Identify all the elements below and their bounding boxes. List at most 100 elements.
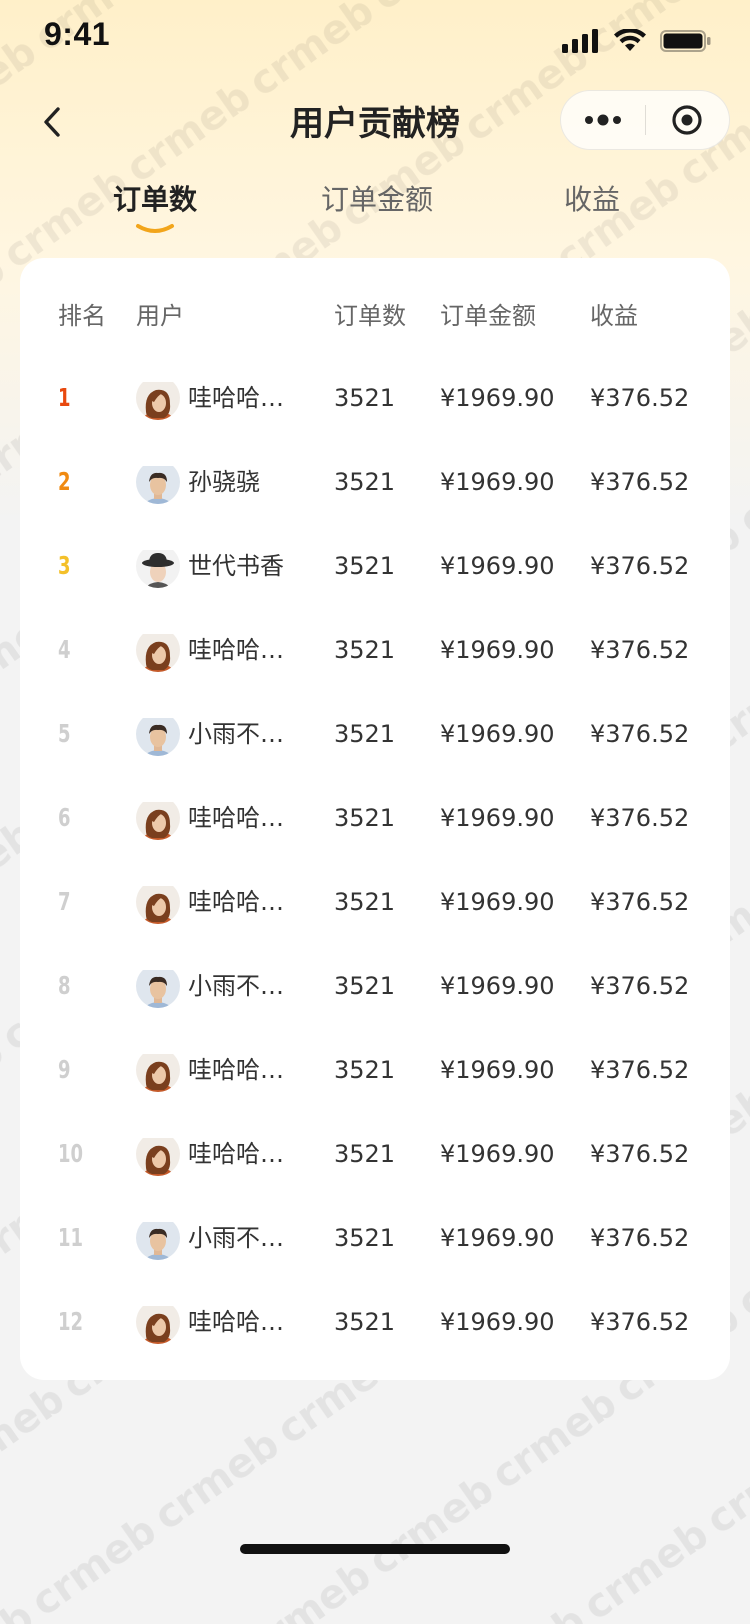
tab-income[interactable]: 收益: [562, 178, 622, 238]
user-cell: 小雨不吃草: [136, 692, 306, 776]
user-cell: 哇哈哈哈...: [136, 1280, 306, 1364]
income: ¥376.52: [590, 972, 690, 1000]
rank-number: 2: [58, 467, 71, 496]
order-amount: ¥1969.90: [440, 384, 555, 412]
user-cell: 哇哈哈哈...: [136, 860, 306, 944]
tab-order-amount[interactable]: 订单金额: [320, 178, 434, 238]
user-name: 小雨不吃草: [188, 972, 306, 1000]
ranking-tabs: 订单数 订单金额 收益: [0, 178, 750, 248]
user-name: 哇哈哈哈...: [188, 804, 306, 832]
user-name: 哇哈哈哈...: [188, 636, 306, 664]
order-amount: ¥1969.90: [440, 636, 555, 664]
income: ¥376.52: [590, 1308, 690, 1336]
order-count: 3521: [334, 720, 396, 748]
user-name: 哇哈哈哈...: [188, 1056, 306, 1084]
header-orders: 订单数: [334, 302, 406, 330]
home-indicator: [240, 1544, 510, 1554]
rank-number: 6: [58, 803, 71, 832]
table-row[interactable]: 11 小雨不吃草 3521 ¥1969.90 ¥376.52: [20, 1196, 730, 1280]
order-count: 3521: [334, 972, 396, 1000]
tab-label: 订单金额: [320, 183, 433, 216]
table-row[interactable]: 3 世代书香 3521 ¥1969.90 ¥376.52: [20, 524, 730, 608]
table-row[interactable]: 1 哇哈哈哈... 3521 ¥1969.90 ¥376.52: [20, 356, 730, 440]
order-amount: ¥1969.90: [440, 552, 555, 580]
user-name: 哇哈哈哈...: [188, 1308, 306, 1336]
table-row[interactable]: 10 哇哈哈哈... 3521 ¥1969.90 ¥376.52: [20, 1112, 730, 1196]
income: ¥376.52: [590, 552, 690, 580]
income: ¥376.52: [590, 468, 690, 496]
rank-number: 9: [58, 1055, 71, 1084]
income: ¥376.52: [590, 720, 690, 748]
table-row[interactable]: 8 小雨不吃草 3521 ¥1969.90 ¥376.52: [20, 944, 730, 1028]
rank-number: 1: [58, 383, 71, 412]
signal-icon: [562, 29, 598, 53]
back-button[interactable]: [24, 94, 80, 150]
user-cell: 哇哈哈哈...: [136, 356, 306, 440]
rank-number: 7: [58, 887, 71, 916]
avatar: [136, 1216, 180, 1260]
order-amount: ¥1969.90: [440, 804, 555, 832]
user-name: 哇哈哈哈...: [188, 888, 306, 916]
order-amount: ¥1969.90: [440, 1308, 555, 1336]
avatar: [136, 964, 180, 1008]
table-row[interactable]: 6 哇哈哈哈... 3521 ¥1969.90 ¥376.52: [20, 776, 730, 860]
user-cell: 哇哈哈哈...: [136, 608, 306, 692]
rank-number: 11: [58, 1223, 84, 1252]
tab-active-underline: [136, 224, 174, 233]
status-bar: 9:41: [0, 0, 750, 84]
income: ¥376.52: [590, 1056, 690, 1084]
user-name: 哇哈哈哈...: [188, 384, 306, 412]
order-amount: ¥1969.90: [440, 972, 555, 1000]
order-amount: ¥1969.90: [440, 1224, 555, 1252]
order-count: 3521: [334, 804, 396, 832]
income: ¥376.52: [590, 1224, 690, 1252]
order-count: 3521: [334, 1056, 396, 1084]
avatar: [136, 880, 180, 924]
status-time: 9:41: [44, 16, 111, 52]
mini-program-capsule: [560, 90, 730, 150]
battery-icon: [660, 30, 711, 52]
table-row[interactable]: 7 哇哈哈哈... 3521 ¥1969.90 ¥376.52: [20, 860, 730, 944]
order-count: 3521: [334, 1224, 396, 1252]
header-income: 收益: [590, 302, 638, 330]
close-capsule-button[interactable]: [646, 91, 730, 149]
table-row[interactable]: 12 哇哈哈哈... 3521 ¥1969.90 ¥376.52: [20, 1280, 730, 1364]
rank-number: 8: [58, 971, 71, 1000]
user-name: 小雨不吃草: [188, 1224, 306, 1252]
rank-number: 4: [58, 635, 71, 664]
avatar: [136, 712, 180, 756]
avatar: [136, 460, 180, 504]
user-name: 孙骁骁: [188, 468, 260, 496]
page: crmeb 9:41: [0, 0, 750, 1624]
table-row[interactable]: 9 哇哈哈哈... 3521 ¥1969.90 ¥376.52: [20, 1028, 730, 1112]
income: ¥376.52: [590, 888, 690, 916]
header-rank: 排名: [58, 302, 106, 330]
tab-order-count[interactable]: 订单数: [110, 178, 200, 238]
order-count: 3521: [334, 1140, 396, 1168]
rank-number: 5: [58, 719, 71, 748]
order-count: 3521: [334, 468, 396, 496]
income: ¥376.52: [590, 804, 690, 832]
user-cell: 世代书香: [136, 524, 284, 608]
more-dots-icon: [584, 114, 621, 126]
nav-bar: 用户贡献榜: [0, 84, 750, 160]
avatar: [136, 628, 180, 672]
order-amount: ¥1969.90: [440, 1140, 555, 1168]
user-cell: 哇哈哈哈...: [136, 1028, 306, 1112]
order-count: 3521: [334, 636, 396, 664]
avatar: [136, 1300, 180, 1344]
order-count: 3521: [334, 384, 396, 412]
order-count: 3521: [334, 1308, 396, 1336]
rank-number: 3: [58, 551, 71, 580]
rank-number: 12: [58, 1307, 84, 1336]
table-row[interactable]: 2 孙骁骁 3521 ¥1969.90 ¥376.52: [20, 440, 730, 524]
order-amount: ¥1969.90: [440, 1056, 555, 1084]
ranking-list: 1 哇哈哈哈... 3521 ¥1969.90 ¥376.52 2 孙骁骁 3521 ¥1969…: [20, 356, 730, 1364]
table-row[interactable]: 5 小雨不吃草 3521 ¥1969.90 ¥376.52: [20, 692, 730, 776]
user-cell: 小雨不吃草: [136, 1196, 306, 1280]
order-count: 3521: [334, 888, 396, 916]
order-amount: ¥1969.90: [440, 468, 555, 496]
table-row[interactable]: 4 哇哈哈哈... 3521 ¥1969.90 ¥376.52: [20, 608, 730, 692]
more-button[interactable]: [561, 91, 645, 149]
income: ¥376.52: [590, 384, 690, 412]
